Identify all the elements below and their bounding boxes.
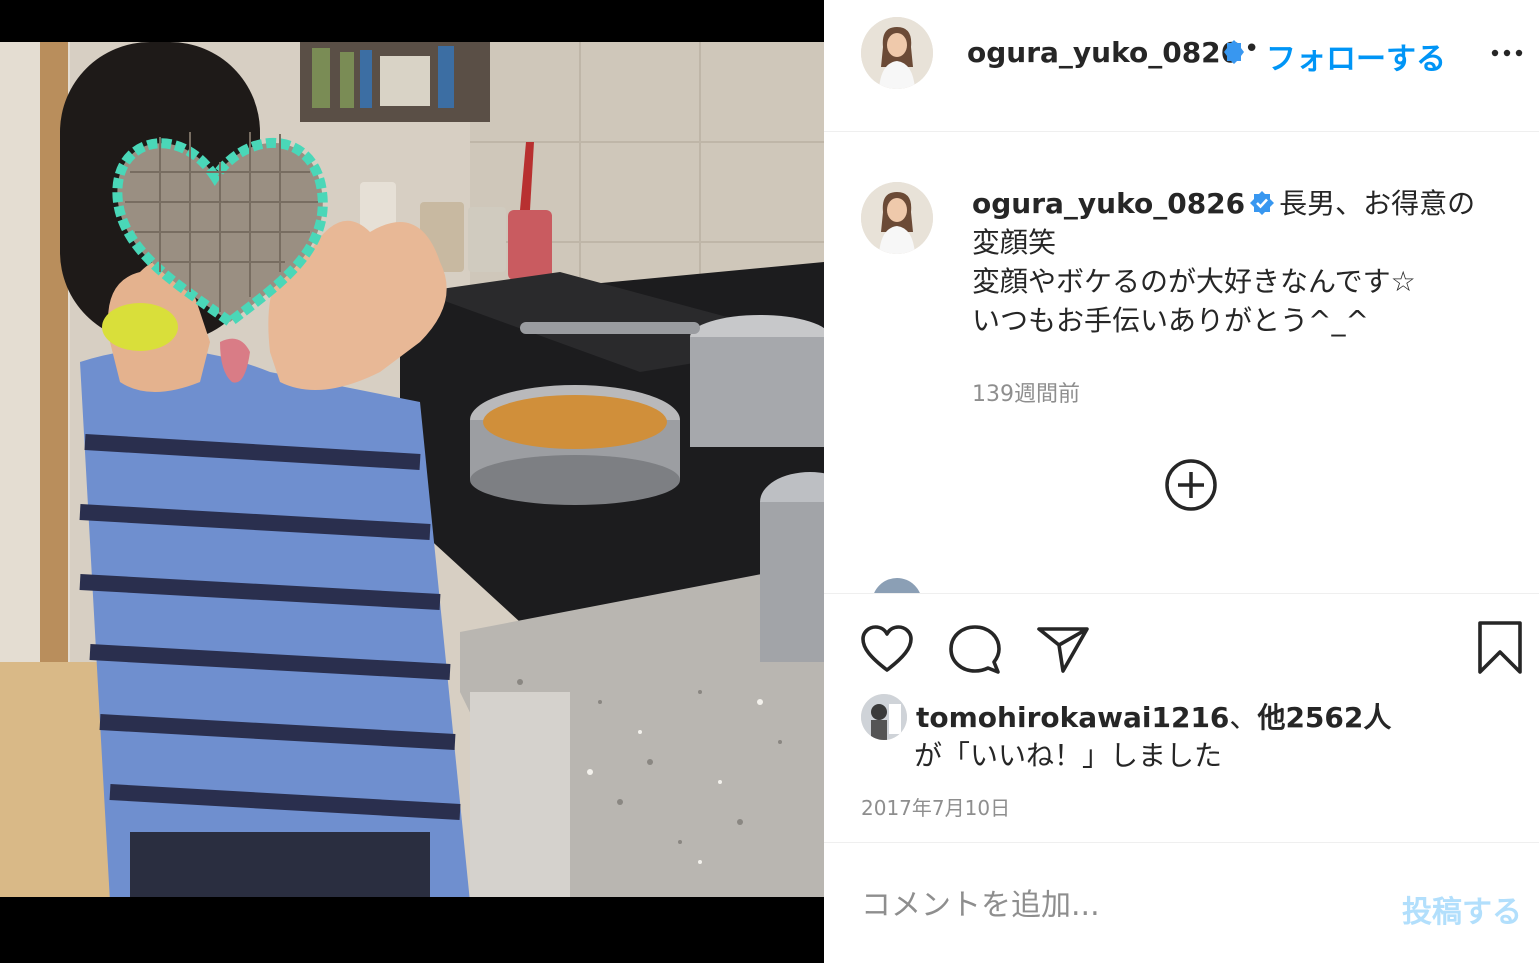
caption-area: ogura_yuko_0826 長男、お得意の 変顔笑 変顔やボケるのが大好きなん… [824, 132, 1539, 594]
caption-text: ogura_yuko_0826 長男、お得意の 変顔笑 変顔やボケるのが大好きなん… [972, 184, 1502, 340]
post-side-panel: ogura_yuko_0826 • フォローする ogura_yuko_0826… [824, 0, 1539, 963]
comment-icon[interactable] [948, 624, 1002, 676]
caption-author-avatar[interactable] [861, 182, 933, 254]
comment-avatar-peek [872, 578, 922, 593]
caption-line: 変顔やボケるのが大好きなんです☆ [972, 265, 1416, 298]
caption-line: 変顔笑 [972, 226, 1057, 259]
comment-input[interactable] [861, 881, 1381, 929]
comment-form: 投稿する [824, 842, 1539, 963]
more-dots-icon[interactable] [1489, 38, 1525, 68]
action-bar [824, 596, 1539, 696]
heart-icon[interactable] [860, 624, 914, 674]
verified-badge-icon [1224, 40, 1244, 64]
author-username[interactable]: ogura_yuko_0826 [967, 36, 1240, 69]
paper-plane-icon[interactable] [1036, 624, 1090, 674]
bookmark-icon[interactable] [1476, 620, 1524, 676]
liker-avatar[interactable] [861, 694, 907, 740]
likes-others[interactable]: 他2562人 [1257, 701, 1391, 734]
post-photo[interactable] [0, 42, 824, 897]
caption-line: 長男、お得意の [1279, 187, 1476, 220]
author-avatar[interactable] [861, 17, 933, 89]
follow-button[interactable]: フォローする [1266, 34, 1446, 78]
post-date[interactable]: 2017年7月10日 [861, 792, 1010, 821]
likes-joiner: 、 [1229, 701, 1258, 734]
plus-circle-icon[interactable] [1164, 458, 1218, 512]
post-header: ogura_yuko_0826 • フォローする [824, 0, 1539, 132]
post-media[interactable] [0, 0, 824, 963]
caption-timestamp[interactable]: 139週間前 [972, 376, 1080, 408]
caption-line: いつもお手伝いありがとう^_^ [972, 304, 1369, 337]
post-comment-button[interactable]: 投稿する [1402, 887, 1522, 931]
liker-username[interactable]: tomohirokawai1216 [916, 701, 1229, 734]
photo-kitchen-scene [0, 42, 824, 897]
caption-username[interactable]: ogura_yuko_0826 [972, 187, 1245, 220]
likes-suffix: が「いいね！」しました [914, 739, 1223, 772]
verified-badge-icon [1250, 191, 1275, 215]
likes-line: tomohirokawai1216、他2562人 [916, 696, 1391, 736]
header-separator: • [1244, 34, 1260, 64]
